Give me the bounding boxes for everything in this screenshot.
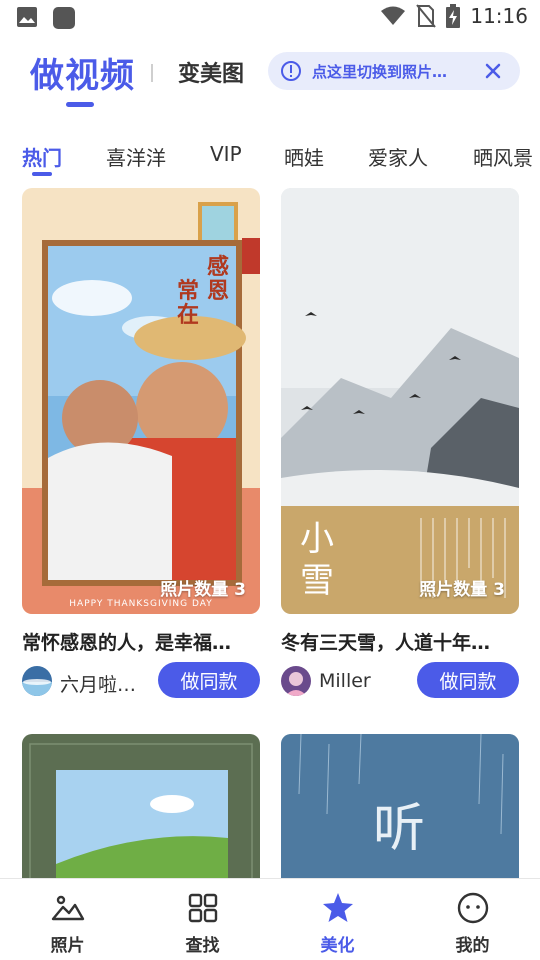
nav-mine[interactable]: 我的: [405, 879, 540, 960]
category-tab-vip[interactable]: VIP: [210, 142, 242, 166]
svg-text:感: 感: [207, 254, 229, 280]
photo-count-label: 照片数量 3: [419, 580, 505, 600]
smile-face-icon: [457, 892, 488, 924]
listen-overlay-text: 听: [373, 799, 425, 859]
header: 做视频 变美图 点这里切换到照片…: [0, 40, 540, 110]
author-name: 六月啦…: [60, 674, 137, 696]
svg-text:小: 小: [300, 519, 334, 559]
template-thumbnail[interactable]: 小 雪 照片数量 3: [281, 188, 519, 614]
nav-beautify-label: 美化: [320, 936, 355, 956]
photo-count-label: 照片数量 3: [160, 580, 246, 600]
status-bar: 11:16: [0, 0, 540, 36]
make-same-button[interactable]: 做同款: [417, 662, 519, 698]
star-icon: [322, 893, 353, 922]
snow-mountain-thumbnail-image: 小 雪: [281, 188, 519, 614]
close-icon[interactable]: [482, 60, 504, 82]
make-same-button[interactable]: 做同款: [158, 662, 260, 698]
nav-photos-label: 照片: [50, 936, 85, 956]
avatar: [22, 666, 52, 696]
photo-mountain-icon: [51, 895, 84, 921]
nav-photos[interactable]: 照片: [0, 879, 135, 960]
category-tabs: 热门 喜洋洋 VIP 晒娃 爱家人 晒风景: [0, 138, 540, 184]
image-icon: [17, 7, 37, 27]
info-icon: [281, 61, 301, 81]
tab-separator: [151, 64, 153, 82]
tab-beautify-photo[interactable]: 变美图: [178, 56, 244, 88]
thanksgiving-thumbnail-image: 感 恩 常 在 HAPPY THANKSGIVING DAY: [22, 188, 260, 614]
switch-hint-banner[interactable]: 点这里切换到照片…: [268, 52, 520, 90]
active-tab-indicator: [66, 102, 94, 107]
category-tab-scenery[interactable]: 晒风景: [473, 142, 533, 171]
nav-mine-label: 我的: [455, 936, 490, 956]
svg-text:常: 常: [177, 278, 199, 304]
nav-find-label: 查找: [185, 936, 220, 956]
wifi-icon: [381, 6, 406, 25]
category-tab-family[interactable]: 爱家人: [368, 142, 428, 171]
category-tab-xiyangyang[interactable]: 喜洋洋: [106, 142, 166, 171]
battery-charging-icon: [446, 4, 461, 28]
nav-beautify[interactable]: 美化: [270, 879, 405, 960]
tab-make-video[interactable]: 做视频: [30, 48, 135, 97]
template-thumbnail[interactable]: 感 恩 常 在 HAPPY THANKSGIVING DAY 照片数量 3: [22, 188, 260, 614]
status-time: 11:16: [470, 4, 528, 28]
app-icon: [53, 7, 75, 29]
category-tab-kids[interactable]: 晒娃: [284, 142, 324, 171]
category-indicator: [32, 172, 52, 176]
hint-text: 点这里切换到照片…: [312, 62, 448, 81]
template-thumbnail[interactable]: 听: [281, 734, 519, 880]
svg-text:在: 在: [177, 302, 199, 328]
svg-text:恩: 恩: [207, 278, 229, 304]
svg-text:HAPPY THANKSGIVING DAY: HAPPY THANKSGIVING DAY: [69, 599, 212, 609]
card-title: 常怀感恩的人，是幸福…: [22, 632, 232, 654]
author-name: Miller: [319, 670, 371, 692]
grid-icon: [188, 893, 217, 923]
rain-thumbnail-image: 听: [281, 734, 519, 880]
category-tab-hot[interactable]: 热门: [22, 142, 62, 171]
bottom-navigation: 照片 查找 美化 我的: [0, 878, 540, 960]
card-title: 冬有三天雪，人道十年…: [281, 632, 491, 654]
template-thumbnail[interactable]: [22, 734, 260, 880]
avatar: [281, 666, 311, 696]
green-landscape-thumbnail-image: [22, 734, 260, 880]
no-sim-icon: [416, 4, 437, 28]
svg-text:雪: 雪: [300, 561, 334, 601]
nav-find[interactable]: 查找: [135, 879, 270, 960]
